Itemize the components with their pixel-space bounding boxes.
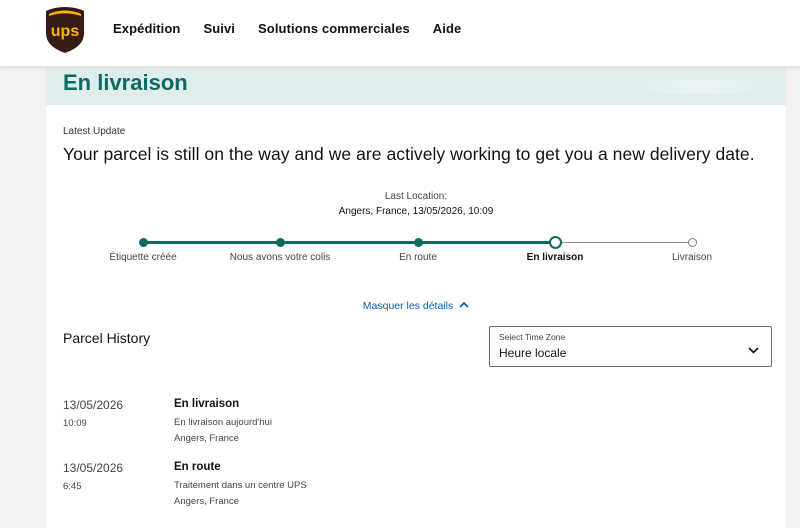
last-location-value: Angers, France, 13/05/2026, 10:09	[338, 206, 494, 217]
history-time: 6:45	[63, 481, 82, 492]
status-banner: En livraison	[46, 68, 786, 105]
banner-fade-decoration	[636, 80, 766, 94]
history-row: 13/05/2026 10:09 En livraison En livraison …	[63, 398, 763, 458]
hide-details-label: Masquer les détails	[362, 300, 454, 312]
progress-segment-0	[143, 241, 280, 244]
progress-step-label-3: En livraison	[526, 252, 584, 263]
ups-shield-logo-icon: ups	[46, 7, 84, 53]
progress-dot-3	[548, 236, 562, 249]
parcel-history-title: Parcel History	[63, 330, 151, 346]
history-location: Angers, France	[174, 496, 239, 507]
tracking-progress: Étiquette créée Nous avons votre colis En …	[46, 232, 786, 272]
chevron-down-icon	[748, 341, 759, 359]
history-description: Traitement dans un centre UPS	[174, 480, 307, 491]
history-location: Angers, France	[174, 433, 239, 444]
timezone-select-value: Heure locale	[499, 346, 567, 360]
latest-update-message: Your parcel is still on the way and we a…	[63, 144, 755, 164]
history-row: 13/05/2026 6:45 En route Traitement dans un…	[63, 461, 763, 521]
progress-step-label-4: Livraison	[671, 252, 713, 263]
hide-details-link[interactable]: Masquer les détails	[46, 299, 786, 312]
timezone-select[interactable]: Select Time Zone Heure locale	[489, 326, 772, 367]
nav-item-2[interactable]: Solutions commerciales	[258, 21, 410, 36]
ups-logo[interactable]: ups	[45, 6, 85, 54]
progress-step-label-2: En route	[399, 252, 437, 263]
timezone-select-label: Select Time Zone	[499, 332, 566, 342]
nav-item-1[interactable]: Suivi	[203, 21, 235, 36]
progress-step-label-0: Étiquette créée	[109, 252, 177, 263]
progress-dot-4	[687, 238, 697, 247]
history-status: En route	[174, 461, 221, 473]
nav-item-0[interactable]: Expédition	[113, 21, 180, 36]
progress-segment-1	[280, 241, 418, 244]
history-status: En livraison	[174, 398, 240, 410]
logo-text: ups	[51, 23, 80, 40]
history-date: 13/05/2026	[63, 398, 124, 412]
history-description: En livraison aujourd'hui	[174, 417, 272, 428]
progress-segment-3	[555, 242, 692, 243]
progress-dot-2	[413, 238, 423, 247]
progress-segment-2	[418, 241, 555, 244]
tracking-card: En livraison Latest Update Your parcel i…	[46, 68, 786, 528]
status-title: En livraison	[63, 70, 188, 95]
main-nav: Expédition Suivi Solutions commerciales Aid…	[113, 0, 484, 56]
chevron-up-icon	[459, 299, 469, 311]
progress-dot-0	[138, 238, 148, 247]
site-header: ups Expédition Suivi Solutions commerciale…	[0, 0, 800, 66]
history-date: 13/05/2026	[63, 461, 124, 475]
latest-update-label: Latest Update	[63, 126, 126, 137]
last-location-label: Last Location:	[384, 191, 448, 202]
nav-item-3[interactable]: Aide	[433, 21, 462, 36]
history-time: 10:09	[63, 418, 87, 429]
progress-dot-1	[275, 238, 285, 247]
progress-step-label-1: Nous avons votre colis	[229, 252, 331, 263]
